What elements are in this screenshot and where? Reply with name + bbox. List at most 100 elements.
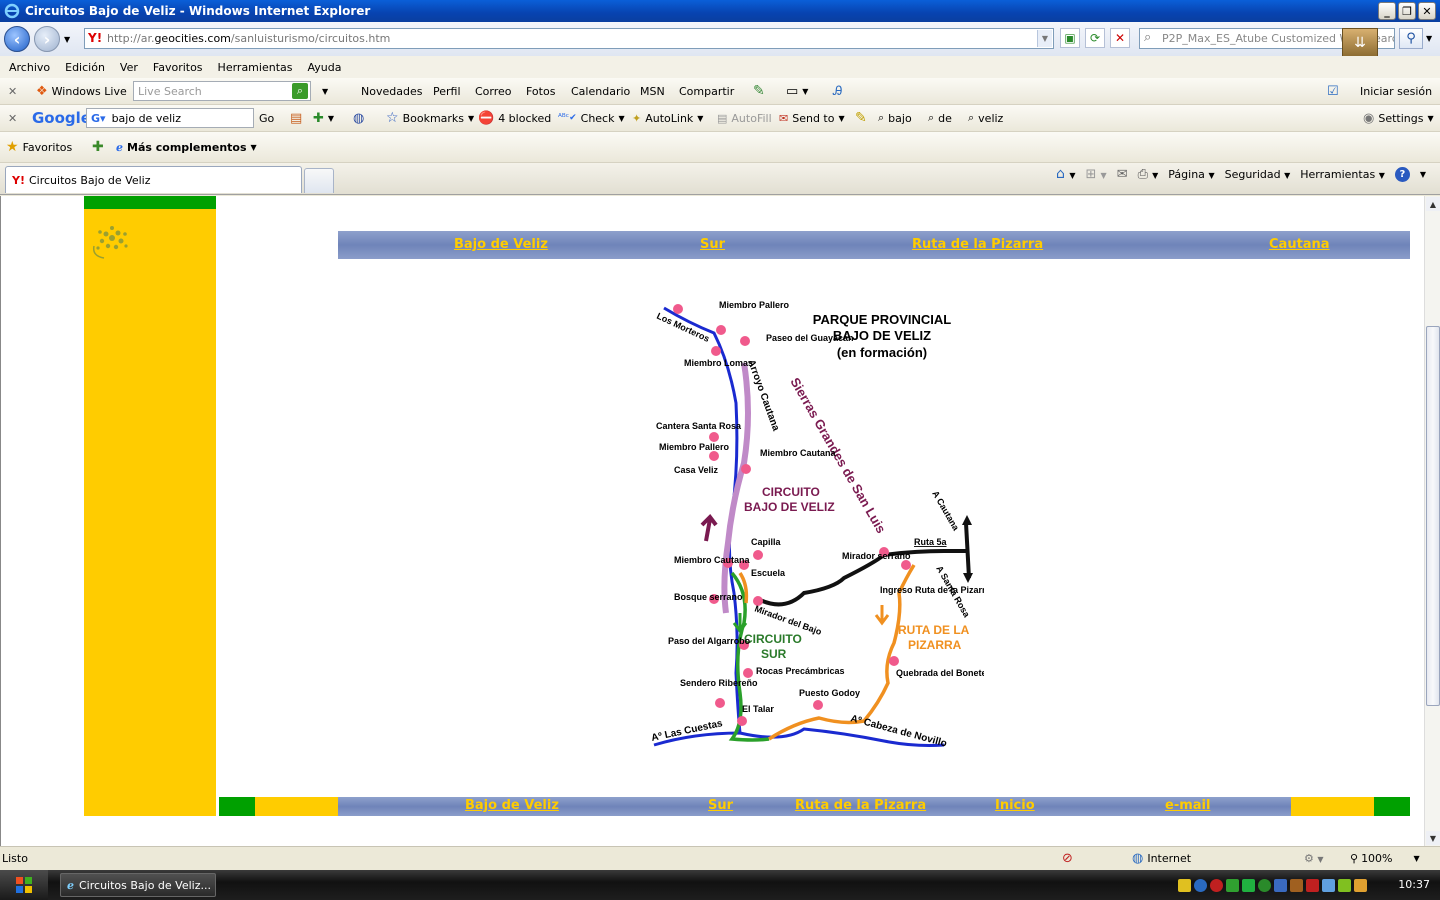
- google-search-input[interactable]: G▾ bajo de veliz: [86, 108, 254, 128]
- windows-live-button[interactable]: ❖ Windows Live: [36, 84, 127, 99]
- term-de-button[interactable]: ⌕ de: [928, 111, 952, 125]
- bottom-nav-ruta-pizarra[interactable]: Ruta de la Pizarra: [795, 798, 926, 813]
- address-input[interactable]: Y! http://ar. geocities.com/sanluisturism…: [84, 28, 1054, 49]
- download-icon[interactable]: [1194, 878, 1207, 892]
- popup-status-icon[interactable]: ⊘: [1062, 851, 1073, 866]
- puzzle-icon[interactable]: ✚ ▼: [313, 111, 334, 126]
- live-search-input[interactable]: Live Search ⌕: [133, 81, 311, 101]
- menu-edicion[interactable]: Edición: [65, 61, 105, 74]
- menu-archivo[interactable]: Archivo: [9, 61, 50, 74]
- scroll-thumb[interactable]: [1426, 326, 1440, 706]
- wand-icon: ✦: [632, 111, 642, 125]
- add-favorite-icon[interactable]: ✚: [92, 139, 104, 155]
- antivirus-icon[interactable]: [1210, 878, 1223, 892]
- edit-tray-icon[interactable]: [1354, 878, 1367, 892]
- help-icon[interactable]: ?: [1394, 166, 1410, 182]
- back-button[interactable]: ‹: [4, 26, 30, 52]
- highlighter-icon[interactable]: ✎: [855, 110, 867, 126]
- google-toolbar: ✕ Google G▾ bajo de veliz Go ▤ ✚ ▼ ◍ ☆ Bo…: [0, 105, 1440, 132]
- more-addons-button[interactable]: ℯ Más complementos ▼: [116, 141, 257, 154]
- nav-sur[interactable]: Sur: [700, 237, 725, 252]
- addon-overlay-icon[interactable]: ⇊: [1342, 28, 1378, 58]
- term-bajo-button[interactable]: ⌕ bajo: [878, 111, 912, 125]
- protected-mode-icon[interactable]: ⚙ ▼: [1304, 852, 1324, 865]
- flag-icon[interactable]: [1242, 878, 1255, 892]
- live-calendario[interactable]: Calendario: [571, 85, 630, 98]
- google-settings-button[interactable]: ◉ Settings ▼: [1363, 111, 1434, 126]
- page-menu[interactable]: Página ▼: [1168, 168, 1214, 181]
- print-icon[interactable]: ⎙ ▼: [1138, 167, 1159, 182]
- live-fotos[interactable]: Fotos: [526, 85, 555, 98]
- scroll-down-icon[interactable]: ▼: [1426, 831, 1440, 845]
- close-toolbar-icon[interactable]: ✕: [8, 85, 17, 98]
- forward-button[interactable]: ›: [34, 26, 60, 52]
- nav-bajo-de-veliz[interactable]: Bajo de Veliz: [454, 237, 548, 252]
- close-google-toolbar-icon[interactable]: ✕: [8, 112, 17, 125]
- signin-link[interactable]: Iniciar sesión: [1360, 85, 1432, 98]
- mail-icon[interactable]: ✉: [1117, 167, 1128, 182]
- minimize-button[interactable]: _: [1378, 2, 1396, 20]
- live-compartir[interactable]: Compartir: [679, 85, 734, 98]
- edit-icon[interactable]: ✎: [753, 83, 765, 99]
- nvidia-icon[interactable]: [1338, 878, 1351, 892]
- live-msn[interactable]: MSN: [640, 85, 665, 98]
- vertical-scrollbar[interactable]: ▲ ▼: [1424, 196, 1440, 846]
- autofill-button[interactable]: ▤ AutoFill: [717, 112, 772, 125]
- autolink-button[interactable]: ✦ AutoLink ▼: [632, 112, 703, 125]
- favorites-button[interactable]: ★ Favoritos: [6, 139, 72, 155]
- nav-cautana[interactable]: Cautana: [1269, 237, 1330, 252]
- translate-icon[interactable]: Ꭿ: [833, 84, 842, 99]
- search-button[interactable]: ⚲: [1399, 28, 1423, 49]
- nav-ruta-pizarra[interactable]: Ruta de la Pizarra: [912, 237, 1043, 252]
- bottom-nav-email[interactable]: e-mail: [1165, 798, 1210, 813]
- tools-menu[interactable]: Herramientas ▼: [1300, 168, 1385, 181]
- term-veliz-button[interactable]: ⌕ veliz: [968, 111, 1003, 125]
- bottom-nav-bajo-de-veliz[interactable]: Bajo de Veliz: [465, 798, 559, 813]
- security-menu[interactable]: Seguridad ▼: [1225, 168, 1291, 181]
- monitor-icon[interactable]: [1274, 878, 1287, 892]
- menu-ver[interactable]: Ver: [120, 61, 138, 74]
- start-button[interactable]: [0, 870, 48, 900]
- security-tray-icon[interactable]: [1306, 878, 1319, 892]
- live-novedades[interactable]: Novedades: [361, 85, 422, 98]
- menu-herramientas[interactable]: Herramientas: [218, 61, 293, 74]
- google-go-button[interactable]: Go: [259, 112, 274, 125]
- compat-icon[interactable]: ▣: [1060, 28, 1080, 48]
- globe-icon[interactable]: ◍: [353, 111, 364, 126]
- bottom-nav-sur[interactable]: Sur: [708, 798, 733, 813]
- window-icon[interactable]: ▭ ▼: [786, 84, 808, 99]
- display-icon[interactable]: [1322, 878, 1335, 892]
- tool-icon[interactable]: [1290, 878, 1303, 892]
- address-dropdown-icon[interactable]: ▼: [1037, 30, 1052, 47]
- refresh-icon[interactable]: ⟳: [1085, 28, 1105, 48]
- sendto-button[interactable]: ✉ Send to ▼: [779, 112, 845, 125]
- scroll-up-icon[interactable]: ▲: [1426, 197, 1440, 211]
- network-icon[interactable]: [1226, 878, 1239, 892]
- bookmarks-button[interactable]: ☆ Bookmarks ▼: [386, 110, 474, 126]
- ie-page-icon: ℯ: [116, 140, 123, 154]
- taskbar-ie-button[interactable]: ℯ Circuitos Bajo de Veliz...: [60, 873, 216, 897]
- news-icon[interactable]: ▤: [290, 111, 302, 126]
- close-window-button[interactable]: ✕: [1418, 2, 1436, 20]
- home-icon[interactable]: ⌂ ▼: [1056, 166, 1076, 182]
- menu-favoritos[interactable]: Favoritos: [153, 61, 203, 74]
- spellcheck-button[interactable]: ᴬᴮᶜ✔ Check ▼: [558, 112, 625, 125]
- live-correo[interactable]: Correo: [475, 85, 512, 98]
- zoom-control[interactable]: ⚲ 100% ▼: [1350, 852, 1420, 865]
- shield-icon[interactable]: [1178, 878, 1191, 892]
- new-tab-button[interactable]: [304, 168, 334, 193]
- maximize-button[interactable]: ❐: [1398, 2, 1416, 20]
- menu-ayuda[interactable]: Ayuda: [307, 61, 341, 74]
- stop-icon[interactable]: ✕: [1110, 28, 1130, 48]
- history-dropdown-icon[interactable]: ▼: [64, 35, 70, 44]
- feeds-icon[interactable]: ⊞ ▼: [1086, 167, 1107, 182]
- search-options-icon[interactable]: ▼: [1426, 34, 1432, 43]
- live-perfil[interactable]: Perfil: [433, 85, 461, 98]
- live-search-dropdown-icon[interactable]: ▼: [322, 87, 328, 96]
- popup-blocker-button[interactable]: ⛔ 4 blocked: [478, 111, 551, 126]
- google-logo[interactable]: Google: [32, 109, 91, 127]
- bottom-nav-inicio[interactable]: Inicio: [995, 798, 1035, 813]
- tab-circuitos[interactable]: Y! Circuitos Bajo de Veliz: [5, 166, 302, 193]
- live-search-icon[interactable]: ⌕: [292, 83, 308, 99]
- update-icon[interactable]: [1258, 878, 1271, 892]
